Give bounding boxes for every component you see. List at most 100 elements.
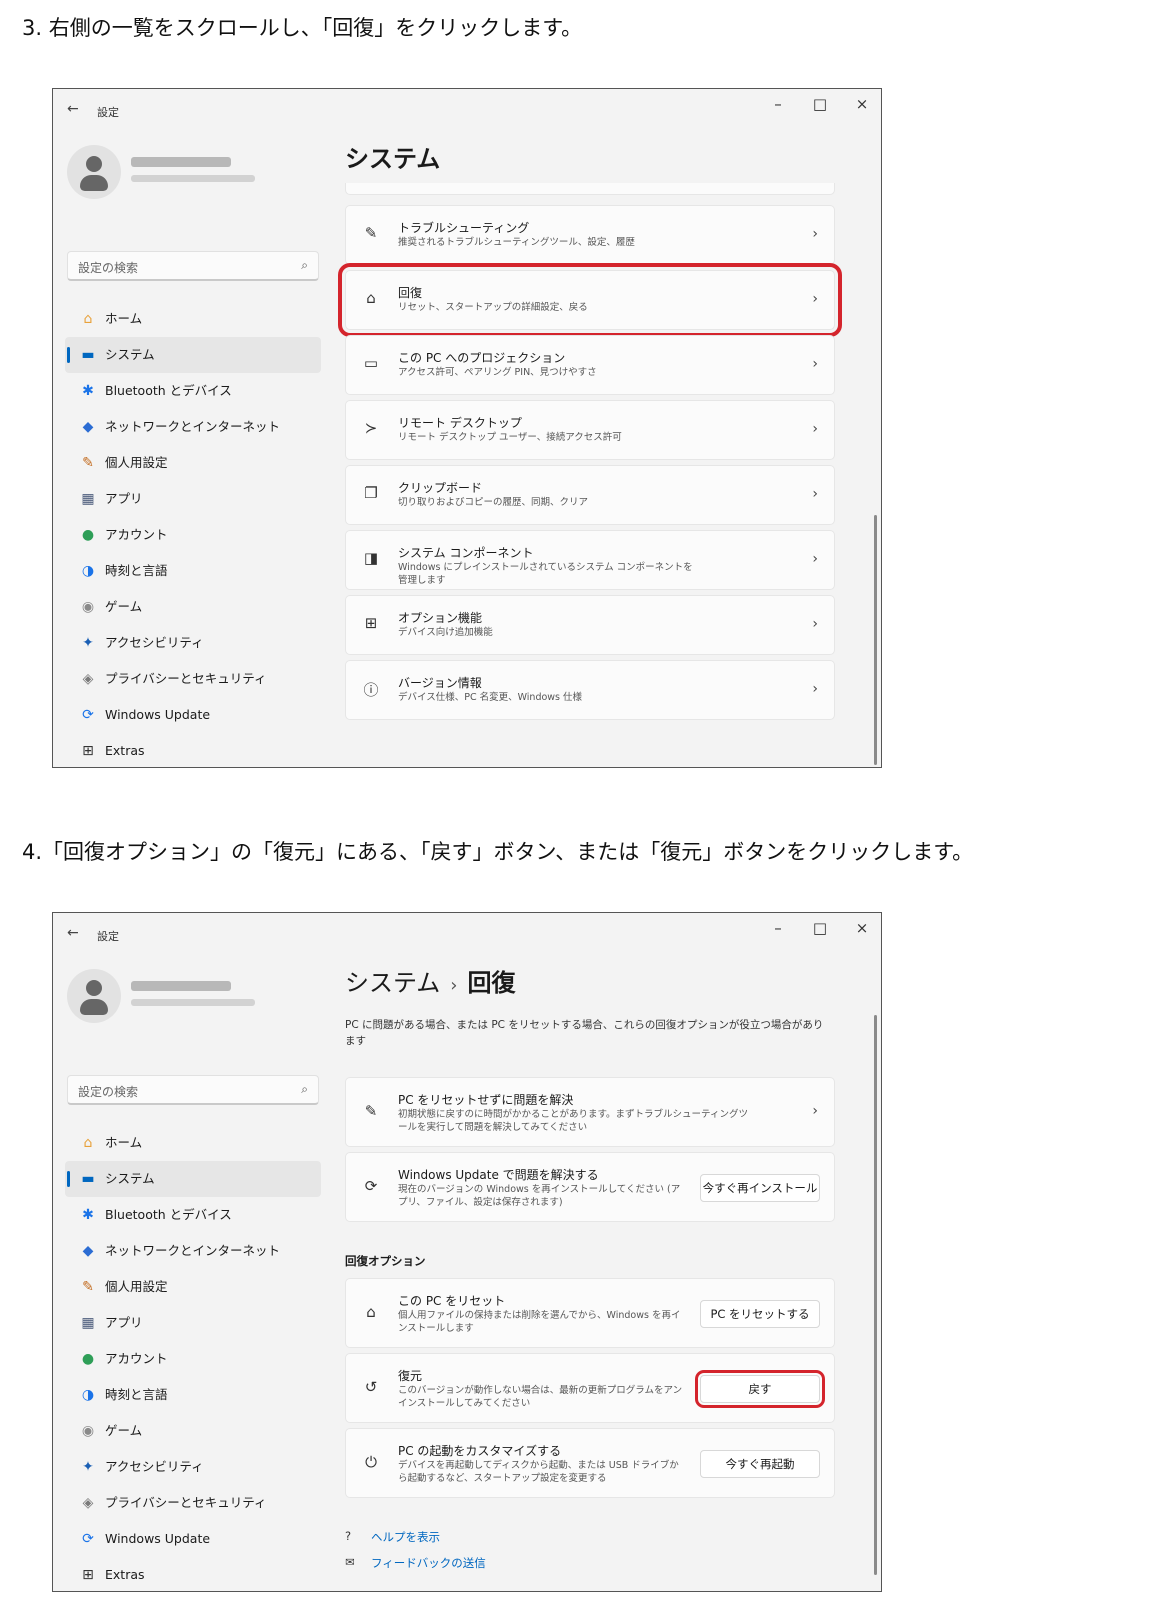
title-bar: ← 設定 – □ × [53, 913, 881, 953]
card-fix-without-reset[interactable]: ✎ PC をリセットせずに問題を解決 初期状態に戻すのに時間がかかることがあります。… [345, 1077, 835, 1147]
sidebar-item-label: Windows Update [105, 707, 211, 722]
card-subtitle: 個人用ファイルの保持または削除を選んでから、Windows を再インストールしま… [398, 1310, 681, 1334]
wrench-icon: ✎ [364, 224, 378, 242]
user-profile[interactable] [67, 969, 327, 1029]
restart-now-button[interactable]: 今すぐ再起動 [700, 1450, 820, 1478]
sidebar-item-privacy-security[interactable]: ◈ プライバシーとセキュリティ [65, 661, 321, 697]
extras-icon: ⊞ [82, 743, 94, 759]
scrollbar[interactable] [874, 515, 877, 765]
sidebar-item-extras[interactable]: ⊞ Extras [65, 733, 321, 767]
user-name-blurred [131, 981, 231, 991]
sidebar-item-bluetooth-devices[interactable]: ✱ Bluetooth とデバイス [65, 373, 321, 409]
sync-icon: ⟳ [364, 1177, 378, 1195]
chevron-right-icon: › [812, 421, 818, 437]
account-icon: ● [81, 1351, 95, 1367]
settings-card-system-components[interactable]: ◨ システム コンポーネント Windows にプレインストールされているシステム … [345, 530, 835, 590]
settings-card-remote-desktop[interactable]: ≻ リモート デスクトップ リモート デスクトップ ユーザー、接続アクセス許可 › [345, 400, 835, 460]
reset-pc-button[interactable]: PC をリセットする [700, 1300, 820, 1328]
maximize-button[interactable]: □ [805, 919, 835, 937]
close-button[interactable]: × [847, 95, 877, 113]
card-title: この PC へのプロジェクション [398, 351, 566, 365]
page-description: PC に問題がある場合、または PC をリセットする場合、これらの回復オプション… [345, 1019, 824, 1047]
sidebar-item-label: システム [105, 347, 155, 362]
user-email-blurred [131, 175, 255, 182]
go-back-button[interactable]: 戻す [695, 1370, 825, 1408]
history-icon: ↺ [364, 1378, 378, 1396]
sidebar-item-bluetooth-devices[interactable]: ✱ Bluetooth とデバイス [65, 1197, 321, 1233]
sidebar-item-gaming[interactable]: ◉ ゲーム [65, 1413, 321, 1449]
user-profile[interactable] [67, 145, 327, 205]
step-4-instruction: 4.「回復オプション」の「復元」にある、「戻す」ボタン、または「復元」ボタンをク… [22, 840, 974, 864]
breadcrumb-parent[interactable]: システム [345, 969, 440, 997]
sidebar-item-gaming[interactable]: ◉ ゲーム [65, 589, 321, 625]
minimize-button[interactable]: – [763, 919, 793, 937]
network-icon: ◆ [82, 419, 94, 435]
settings-card-recovery[interactable]: ⌂ 回復 リセット、スタートアップの詳細設定、戻る › [338, 263, 842, 337]
section-heading: 回復オプション [345, 1254, 426, 1268]
card-subtitle: このバージョンが動作しない場合は、最新の更新プログラムをアンインストールしてみて… [398, 1385, 683, 1409]
search-input[interactable]: 設定の検索 ⌕ [67, 251, 319, 281]
card-title: Windows Update で問題を解決する [398, 1168, 599, 1182]
back-arrow-icon[interactable]: ← [67, 925, 79, 941]
optional-features-icon: ⊞ [364, 614, 378, 632]
sidebar-item-privacy-security[interactable]: ◈ プライバシーとセキュリティ [65, 1485, 321, 1521]
settings-window-system: ← 設定 – □ × 設定の検索 ⌕ ⌂ ホーム ▬ システム ✱ Bluetooth と… [52, 88, 882, 768]
sidebar-item-accounts[interactable]: ● アカウント [65, 1341, 321, 1377]
sidebar-item-apps[interactable]: ▦ アプリ [65, 1305, 321, 1341]
card-subtitle: アクセス許可、ペアリング PIN、見つけやすさ [398, 367, 597, 378]
sidebar-item-windows-update[interactable]: ⟳ Windows Update [65, 1521, 321, 1557]
help-link[interactable]: ? ヘルプを表示 [345, 1529, 486, 1555]
sidebar-item-network-internet[interactable]: ◆ ネットワークとインターネット [65, 1233, 321, 1269]
settings-card-projecting[interactable]: ▭ この PC へのプロジェクション アクセス許可、ペアリング PIN、見つけやすさ… [345, 335, 835, 395]
sidebar-item-apps[interactable]: ▦ アプリ [65, 481, 321, 517]
scrolled-card-edge [345, 183, 835, 195]
sidebar-item-home[interactable]: ⌂ ホーム [65, 1125, 321, 1161]
card-go-back: ↺ 復元 このバージョンが動作しない場合は、最新の更新プログラムをアンインストールし… [345, 1353, 835, 1423]
search-placeholder: 設定の検索 [78, 1085, 139, 1099]
chevron-right-icon: › [812, 226, 818, 242]
back-arrow-icon[interactable]: ← [67, 101, 79, 117]
sidebar-item-label: アプリ [105, 491, 143, 506]
settings-window-recovery: ← 設定 – □ × 設定の検索 ⌕ ⌂ ホーム ▬ システム ✱ Bluetooth と… [52, 912, 882, 1592]
sidebar-item-personalization[interactable]: ✎ 個人用設定 [65, 445, 321, 481]
close-button[interactable]: × [847, 919, 877, 937]
sidebar-item-system[interactable]: ▬ システム [65, 1161, 321, 1197]
card-title: バージョン情報 [398, 676, 482, 690]
sidebar: 設定の検索 ⌕ ⌂ ホーム ▬ システム ✱ Bluetooth とデバイス ◆ ネットワーク… [53, 129, 333, 767]
sidebar-item-accessibility[interactable]: ✦ アクセシビリティ [65, 625, 321, 661]
sidebar-item-home[interactable]: ⌂ ホーム [65, 301, 321, 337]
sidebar-item-system[interactable]: ▬ システム [65, 337, 321, 373]
minimize-button[interactable]: – [763, 95, 793, 113]
recovery-top-cards: ✎ PC をリセットせずに問題を解決 初期状態に戻すのに時間がかかることがあります。… [345, 1077, 835, 1227]
card-subtitle: リモート デスクトップ ユーザー、接続アクセス許可 [398, 432, 622, 443]
sidebar-item-network-internet[interactable]: ◆ ネットワークとインターネット [65, 409, 321, 445]
account-icon: ● [81, 527, 95, 543]
chevron-right-icon: › [812, 486, 818, 502]
chevron-right-icon: › [812, 551, 818, 567]
card-title: PC の起動をカスタマイズする [398, 1444, 562, 1458]
sidebar-item-windows-update[interactable]: ⟳ Windows Update [65, 697, 321, 733]
search-input[interactable]: 設定の検索 ⌕ [67, 1075, 319, 1105]
sidebar-item-time-language[interactable]: ◑ 時刻と言語 [65, 1377, 321, 1413]
sidebar-item-extras[interactable]: ⊞ Extras [65, 1557, 321, 1591]
sidebar-item-accessibility[interactable]: ✦ アクセシビリティ [65, 1449, 321, 1485]
settings-card-troubleshoot[interactable]: ✎ トラブルシューティング 推奨されるトラブルシューティングツール、設定、履歴 › [345, 205, 835, 265]
sidebar-item-accounts[interactable]: ● アカウント [65, 517, 321, 553]
sidebar-item-personalization[interactable]: ✎ 個人用設定 [65, 1269, 321, 1305]
chevron-right-icon: › [812, 291, 818, 307]
recovery-icon: ⌂ [366, 289, 376, 307]
maximize-button[interactable]: □ [805, 95, 835, 113]
reinstall-now-button[interactable]: 今すぐ再インストール [700, 1174, 820, 1202]
scrollbar[interactable] [874, 1015, 877, 1575]
feedback-link[interactable]: ✉ フィードバックの送信 [345, 1555, 486, 1581]
settings-card-optional-features[interactable]: ⊞ オプション機能 デバイス向け追加機能 › [345, 595, 835, 655]
settings-card-clipboard[interactable]: ❐ クリップボード 切り取りおよびコピーの履歴、同期、クリア › [345, 465, 835, 525]
privacy-shield-icon: ◈ [82, 671, 94, 687]
privacy-shield-icon: ◈ [82, 1495, 94, 1511]
accessibility-icon: ✦ [82, 1459, 94, 1475]
settings-card-about[interactable]: ⓘ バージョン情報 デバイス仕様、PC 名変更、Windows 仕様 › [345, 660, 835, 720]
card-title: トラブルシューティング [398, 221, 530, 235]
sidebar-item-label: Bluetooth とデバイス [105, 383, 232, 398]
search-icon: ⌕ [301, 258, 308, 272]
sidebar-item-time-language[interactable]: ◑ 時刻と言語 [65, 553, 321, 589]
